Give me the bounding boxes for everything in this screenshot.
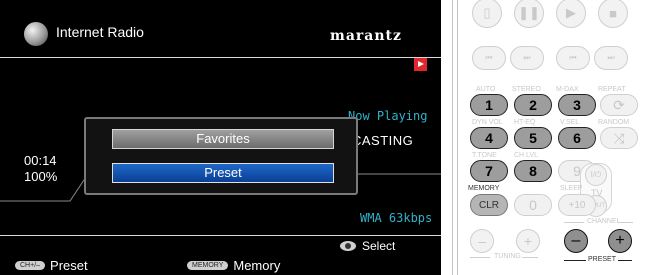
select-hint-label: Select xyxy=(362,239,396,253)
skip-forward-icon[interactable]: ⏭ xyxy=(594,46,628,70)
label-random: RANDOM xyxy=(598,119,630,126)
channel-line-right xyxy=(617,222,633,223)
power-icon[interactable]: I/⏻ xyxy=(585,164,607,186)
play-status-icon xyxy=(414,58,427,71)
channel-label: CHANNEL xyxy=(587,218,621,225)
memory-hint: MEMORY Memory xyxy=(187,258,280,273)
page-title: Internet Radio xyxy=(56,24,144,40)
label-sleep: SLEEP xyxy=(560,185,583,192)
tuning-line-right xyxy=(522,257,538,258)
play-icon[interactable]: ▶ xyxy=(556,0,586,28)
tuning-label: TUNING xyxy=(494,253,521,260)
plus-ten-button[interactable]: +10 xyxy=(558,194,596,216)
tuning-down-button[interactable]: – xyxy=(470,229,494,253)
key-5[interactable]: 5 xyxy=(514,127,552,149)
key-8[interactable]: 8 xyxy=(514,160,552,182)
preset-label: PRESET xyxy=(588,256,617,263)
preset-line-right xyxy=(618,260,632,261)
key-3[interactable]: 3 xyxy=(558,94,596,116)
label-dyn-vol: DYN VOL xyxy=(472,119,503,126)
preset-hint: CH+/– Preset xyxy=(15,258,88,273)
option-popup: Favorites Preset xyxy=(84,117,358,195)
elapsed-time: 00:14 xyxy=(24,153,57,168)
memory-hint-label: Memory xyxy=(233,258,281,273)
repeat-icon[interactable]: ⟳ xyxy=(600,94,638,116)
memory-key-icon: MEMORY xyxy=(187,261,229,270)
select-hint: Select xyxy=(340,239,395,253)
label-t-tone: T.TONE xyxy=(472,152,497,159)
screen-footer: CH+/– Preset MEMORY Memory xyxy=(0,257,441,275)
tuning-line-left xyxy=(470,257,490,258)
preset-hint-label: Preset xyxy=(50,258,88,273)
key-4[interactable]: 4 xyxy=(470,127,508,149)
random-icon[interactable]: ⤨ xyxy=(600,127,638,149)
clear-button[interactable]: CLR xyxy=(470,194,508,216)
channel-line-left xyxy=(564,222,584,223)
remote-control: ▯ ❚❚ ▶ ■ ⏮ ⏭ ⏮ ⏭ AUTO STEREO M-DAX REPEA… xyxy=(452,0,647,275)
label-repeat: REPEAT xyxy=(598,86,626,93)
label-stereo: STEREO xyxy=(512,86,541,93)
label-vsel: V.SEL xyxy=(560,119,580,126)
internet-radio-icon xyxy=(24,22,48,46)
key-6[interactable]: 6 xyxy=(558,127,596,149)
codec-info: WMA 63kbps xyxy=(360,211,433,225)
menu-item-favorites[interactable]: Favorites xyxy=(112,129,334,149)
screen-header: Internet Radio marantz xyxy=(0,0,441,58)
ch-key-icon: CH+/– xyxy=(15,261,46,270)
menu-item-preset[interactable]: Preset xyxy=(112,163,334,183)
label-ht-eq: HT-EQ xyxy=(514,119,536,126)
skip-back-icon[interactable]: ⏮ xyxy=(472,46,506,70)
stop-icon[interactable]: ■ xyxy=(598,0,628,28)
key-1[interactable]: 1 xyxy=(470,94,508,116)
skip-forward-icon[interactable]: ⏭ xyxy=(510,46,544,70)
brand-logo: marantz xyxy=(330,28,402,44)
label-ch-lvl: CH LVL xyxy=(514,152,538,159)
playback-info: 00:14 100% xyxy=(24,153,57,185)
preset-down-button[interactable]: – xyxy=(564,229,588,253)
station-name: CASTING xyxy=(352,133,414,148)
preset-line-left xyxy=(564,260,586,261)
now-playing-label: Now Playing xyxy=(348,109,428,123)
tuning-up-button[interactable]: + xyxy=(516,229,540,253)
remote-left-edge xyxy=(452,0,453,275)
pause-icon[interactable]: ❚❚ xyxy=(514,0,544,28)
tv-screen: Internet Radio marantz Now Playing CASTI… xyxy=(0,0,441,275)
ipod-icon[interactable]: ▯ xyxy=(472,0,502,28)
key-0[interactable]: 0 xyxy=(514,194,552,216)
enter-button-icon xyxy=(340,241,356,251)
key-2[interactable]: 2 xyxy=(514,94,552,116)
label-auto: AUTO xyxy=(476,86,496,93)
volume-level: 100% xyxy=(24,169,58,184)
label-mdax: M-DAX xyxy=(556,86,579,93)
label-memory: MEMORY xyxy=(468,185,500,192)
key-7[interactable]: 7 xyxy=(470,160,508,182)
remote-left-edge-inner xyxy=(457,0,458,275)
preset-up-button[interactable]: + xyxy=(608,229,632,253)
divider xyxy=(0,235,441,236)
skip-back-icon[interactable]: ⏮ xyxy=(556,46,590,70)
